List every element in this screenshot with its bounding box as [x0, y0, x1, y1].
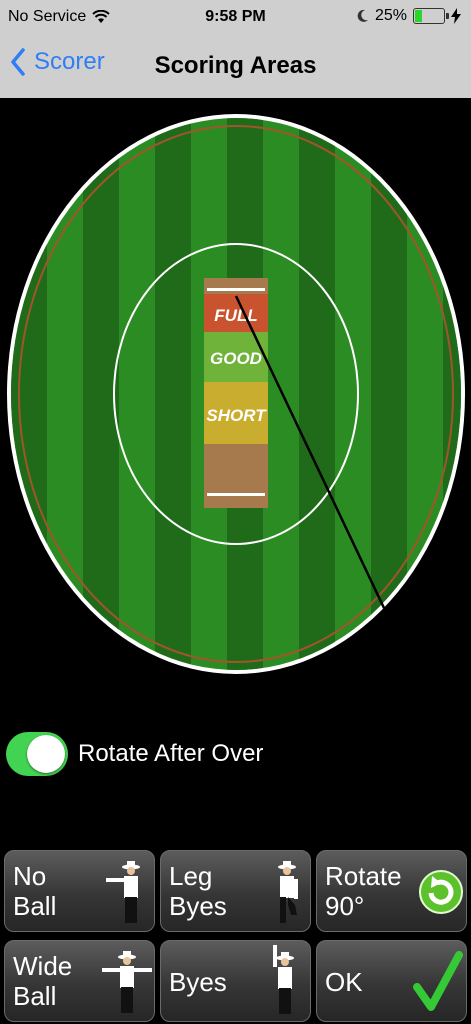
umpire-leg-byes-signal-icon: [278, 861, 298, 923]
leg-byes-label: Leg Byes: [169, 861, 227, 921]
pitch: FULL GOOD SHORT: [204, 278, 268, 508]
no-ball-button[interactable]: No Ball: [4, 850, 155, 932]
byes-label: Byes: [169, 967, 227, 997]
byes-button[interactable]: Byes: [160, 940, 311, 1022]
ok-button[interactable]: OK: [316, 940, 467, 1022]
pitch-label-full: FULL: [214, 306, 257, 325]
page-title: Scoring Areas: [154, 52, 317, 79]
rotate-after-over-toggle[interactable]: [6, 732, 68, 776]
cricket-field[interactable]: FULL GOOD SHORT: [0, 108, 471, 683]
wide-ball-label: Wide Ball: [13, 951, 73, 1011]
rotate-after-over-label: Rotate After Over: [78, 740, 264, 767]
status-bar: No Service 9:58 PM 25%: [0, 0, 471, 34]
battery-icon: [413, 8, 449, 24]
umpire-byes-signal-icon: [273, 945, 294, 1014]
rotate-90-label: Rotate 90°: [325, 861, 402, 921]
wide-ball-button[interactable]: Wide Ball: [4, 940, 155, 1022]
rotate-after-over-row: Rotate After Over: [6, 732, 263, 776]
ok-label: OK: [325, 967, 363, 997]
status-right: 25%: [357, 7, 461, 25]
checkmark-icon: [413, 951, 463, 1011]
charging-bolt-icon: [451, 8, 461, 24]
pitch-label-good: GOOD: [210, 349, 262, 368]
umpire-wide-signal-icon: [102, 951, 152, 1013]
battery-percent: 25%: [374, 7, 407, 24]
no-ball-label: No Ball: [13, 861, 57, 921]
navigation-bar: Scorer Scoring Areas: [0, 34, 471, 98]
umpire-no-ball-signal-icon: [106, 861, 140, 923]
leg-byes-button[interactable]: Leg Byes: [160, 850, 311, 932]
pitch-label-short: SHORT: [206, 406, 267, 425]
moon-icon: [357, 9, 368, 22]
rotate-icon: [419, 870, 463, 914]
rotate-90-button[interactable]: Rotate 90°: [316, 850, 467, 932]
